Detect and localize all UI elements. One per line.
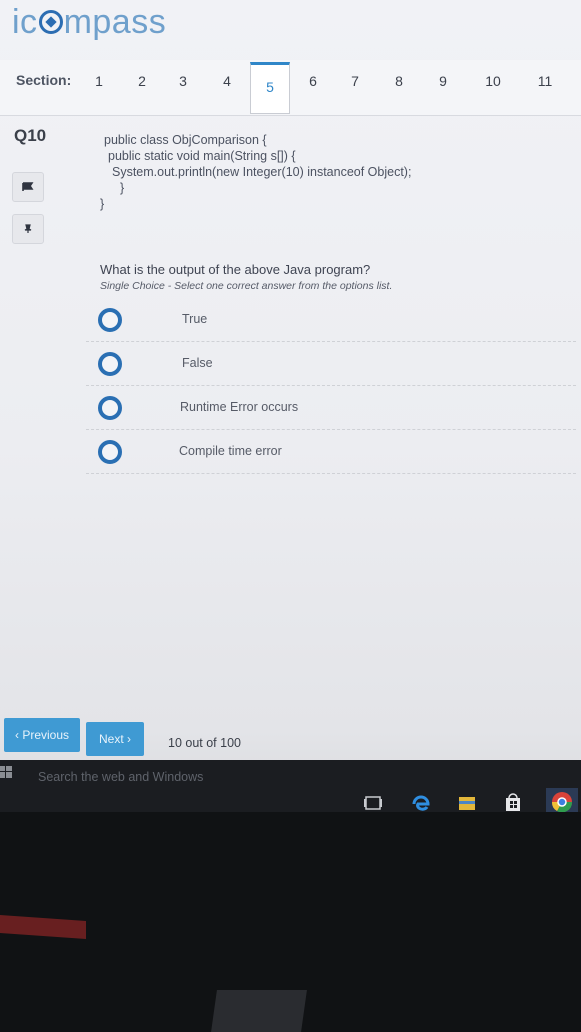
code-line: } — [120, 181, 125, 195]
option-label: Runtime Error occurs — [180, 400, 299, 414]
next-button[interactable]: Next › — [86, 722, 144, 756]
windows-start-icon[interactable] — [0, 766, 12, 778]
icompass-logo: ic mpass — [12, 0, 166, 44]
option-runtime-error[interactable]: Runtime Error occurs — [86, 388, 576, 430]
progress-text: 10 out of 100 — [168, 736, 241, 750]
flag-button[interactable] — [12, 172, 44, 202]
chrome-icon[interactable] — [546, 788, 578, 812]
code-line: } — [100, 197, 105, 211]
section-tab-2[interactable]: 2 — [127, 70, 157, 110]
edge-icon[interactable] — [410, 792, 432, 812]
bookmark-button[interactable] — [12, 214, 44, 244]
store-icon[interactable] — [502, 792, 524, 812]
screen: ic mpass Section: 1 2 3 4 5 6 7 8 9 10 1… — [0, 0, 581, 812]
code-line: public static void main(String s[]) { — [108, 149, 296, 163]
option-compile-error[interactable]: Compile time error — [86, 432, 576, 474]
section-tab-1[interactable]: 1 — [84, 70, 114, 110]
option-false[interactable]: False — [86, 344, 576, 386]
pin-icon — [24, 224, 32, 233]
section-tab-5[interactable]: 5 — [250, 62, 290, 114]
section-label: Section: — [16, 72, 72, 88]
logo-text-right: mpass — [63, 2, 167, 41]
section-bar: Section: 1 2 3 4 5 6 7 8 9 10 11 — [0, 60, 581, 116]
question-number: Q10 — [14, 126, 47, 145]
section-tab-8[interactable]: 8 — [384, 70, 414, 110]
section-tab-9[interactable]: 9 — [428, 70, 458, 110]
section-tab-7[interactable]: 7 — [340, 70, 370, 110]
windows-taskbar: Search the web and Windows — [0, 760, 581, 812]
monitor-red-accent — [0, 914, 86, 940]
option-true[interactable]: True — [86, 300, 576, 342]
option-label: Compile time error — [179, 444, 282, 458]
monitor-stand — [211, 990, 307, 1032]
section-tab-3[interactable]: 3 — [168, 70, 198, 110]
radio-button[interactable] — [98, 396, 122, 420]
radio-button[interactable] — [98, 308, 122, 332]
compass-icon — [38, 10, 63, 34]
section-tab-4[interactable]: 4 — [212, 70, 242, 110]
option-label: False — [182, 356, 213, 370]
section-tab-10[interactable]: 10 — [478, 70, 508, 110]
section-tab-6[interactable]: 6 — [298, 70, 328, 110]
code-line: public class ObjComparison { — [104, 133, 267, 147]
option-label: True — [182, 312, 208, 326]
flag-icon — [22, 182, 34, 191]
radio-button[interactable] — [98, 352, 122, 376]
code-block: public class ObjComparison { public stat… — [100, 132, 411, 212]
previous-button[interactable]: ‹ Previous — [4, 718, 80, 752]
answer-hint: Single Choice - Select one correct answe… — [100, 280, 393, 292]
logo-text-left: ic — [12, 2, 38, 41]
section-tab-11[interactable]: 11 — [530, 70, 560, 110]
code-line: System.out.println(new Integer(10) insta… — [112, 165, 412, 179]
file-explorer-icon[interactable] — [456, 792, 478, 812]
taskbar-search-box[interactable]: Search the web and Windows — [38, 770, 203, 784]
radio-button[interactable] — [98, 440, 122, 464]
task-view-icon[interactable] — [362, 792, 384, 812]
question-prompt: What is the output of the above Java pro… — [100, 262, 371, 277]
